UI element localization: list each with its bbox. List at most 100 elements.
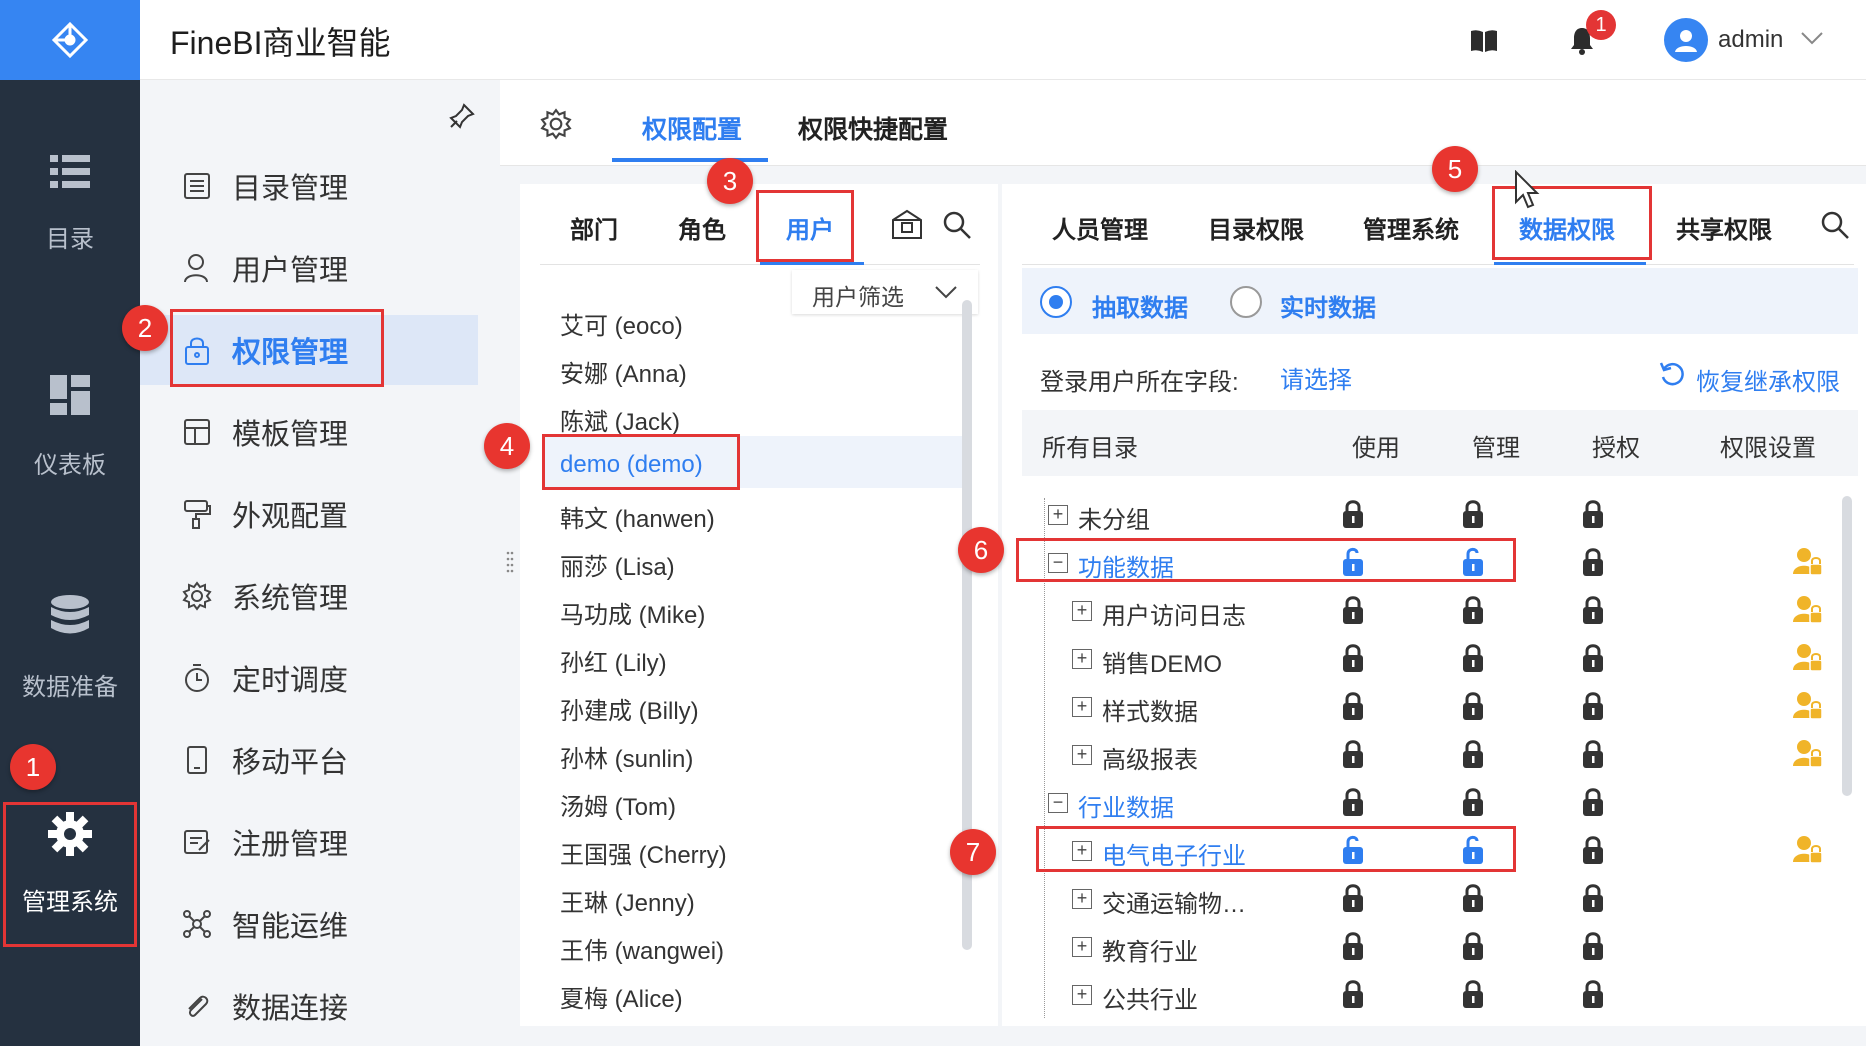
tab-admin-system[interactable]: 管理系统 (1363, 210, 1459, 245)
lock-icon-manage[interactable] (1462, 883, 1484, 918)
expand-icon[interactable]: + (1048, 505, 1068, 525)
expand-icon[interactable]: + (1072, 985, 1092, 1005)
lock-icon-grant[interactable] (1582, 883, 1604, 918)
tab-quick-permission-config[interactable]: 权限快捷配置 (798, 110, 948, 146)
chevron-down-icon[interactable] (1800, 30, 1824, 51)
search-icon[interactable] (942, 210, 972, 245)
user-item[interactable]: 丽莎 (Lisa) (560, 547, 675, 582)
pin-icon[interactable] (448, 102, 476, 135)
tab-personnel[interactable]: 人员管理 (1052, 210, 1148, 245)
tab-share-permission[interactable]: 共享权限 (1676, 210, 1772, 245)
user-item[interactable]: 汤姆 (Tom) (560, 787, 676, 822)
lock-icon-manage[interactable] (1462, 691, 1484, 726)
settings-gear-icon[interactable] (540, 108, 572, 145)
lock-icon-use[interactable] (1342, 883, 1364, 918)
user-item[interactable]: 孙红 (Lily) (560, 643, 667, 678)
subnav-item-connections[interactable]: 数据连接 (140, 971, 478, 1041)
tree-row[interactable]: + 未分组 (1020, 492, 1860, 540)
lock-icon-use[interactable] (1342, 787, 1364, 822)
expand-icon[interactable]: + (1072, 697, 1092, 717)
subnav-item-catalog[interactable]: 目录管理 (140, 151, 478, 221)
subnav-item-users[interactable]: 用户管理 (140, 233, 478, 303)
expand-icon[interactable]: + (1072, 601, 1092, 621)
user-permission-setting-icon[interactable] (1792, 642, 1824, 679)
lock-icon-manage[interactable] (1462, 739, 1484, 774)
tab-catalog-permission[interactable]: 目录权限 (1208, 210, 1304, 245)
tree-row[interactable]: − 行业数据 (1020, 780, 1860, 828)
tree-row-label[interactable]: 未分组 (1078, 500, 1150, 535)
lock-icon-grant[interactable] (1582, 979, 1604, 1014)
nav-item-catalog[interactable]: 目录 (0, 155, 140, 254)
collapse-icon[interactable]: − (1048, 793, 1068, 813)
user-permission-setting-icon[interactable] (1792, 546, 1824, 583)
tree-row-label[interactable]: 教育行业 (1102, 932, 1198, 967)
tree-row[interactable]: + 销售DEMO (1020, 636, 1860, 684)
lock-icon-use[interactable] (1342, 979, 1364, 1014)
radio-realtime[interactable] (1230, 286, 1262, 318)
tree-scrollbar[interactable] (1842, 496, 1852, 796)
user-permission-setting-icon[interactable] (1792, 690, 1824, 727)
resize-handle-icon[interactable] (506, 550, 514, 576)
user-permission-setting-icon[interactable] (1792, 594, 1824, 631)
lock-icon-grant[interactable] (1582, 643, 1604, 678)
radio-realtime-label[interactable]: 实时数据 (1280, 288, 1376, 323)
lock-icon-grant[interactable] (1582, 835, 1604, 870)
user-item[interactable]: 孙建成 (Billy) (560, 691, 699, 726)
tree-row[interactable]: + 交通运输物… (1020, 876, 1860, 924)
lock-icon-grant[interactable] (1582, 499, 1604, 534)
org-building-icon[interactable] (890, 208, 924, 245)
lock-icon-use[interactable] (1342, 499, 1364, 534)
avatar[interactable] (1664, 18, 1708, 62)
subnav-item-register[interactable]: 注册管理 (140, 807, 478, 877)
nav-item-dashboard[interactable]: 仪表板 (0, 375, 140, 480)
lock-icon-manage[interactable] (1462, 499, 1484, 534)
subnav-item-ops[interactable]: 智能运维 (140, 889, 478, 959)
subnav-item-templates[interactable]: 模板管理 (140, 397, 478, 467)
lock-icon-manage[interactable] (1462, 787, 1484, 822)
lock-icon-grant[interactable] (1582, 691, 1604, 726)
lock-icon-use[interactable] (1342, 691, 1364, 726)
lock-icon-grant[interactable] (1582, 787, 1604, 822)
user-item[interactable]: 王伟 (wangwei) (560, 931, 724, 966)
tree-row-label[interactable]: 交通运输物… (1102, 884, 1246, 919)
lock-icon-grant[interactable] (1582, 739, 1604, 774)
tree-row-label[interactable]: 高级报表 (1102, 740, 1198, 775)
lock-icon-manage[interactable] (1462, 595, 1484, 630)
lock-icon-manage[interactable] (1462, 931, 1484, 966)
lock-icon-use[interactable] (1342, 739, 1364, 774)
tree-row[interactable]: + 高级报表 (1020, 732, 1860, 780)
user-item[interactable]: 安娜 (Anna) (560, 354, 687, 389)
lock-icon-grant[interactable] (1582, 931, 1604, 966)
subnav-item-system[interactable]: 系统管理 (140, 561, 478, 631)
radio-extract-label[interactable]: 抽取数据 (1092, 288, 1188, 323)
login-field-select[interactable]: 请选择 (1280, 360, 1352, 395)
lock-icon-use[interactable] (1342, 931, 1364, 966)
tree-row-label[interactable]: 公共行业 (1102, 980, 1198, 1015)
tree-row[interactable]: + 样式数据 (1020, 684, 1860, 732)
subnav-item-mobile[interactable]: 移动平台 (140, 725, 478, 795)
expand-icon[interactable]: + (1072, 745, 1092, 765)
nav-item-data-prep[interactable]: 数据准备 (0, 595, 140, 702)
subnav-item-schedule[interactable]: 定时调度 (140, 643, 478, 713)
user-item[interactable]: 王琳 (Jenny) (560, 883, 695, 918)
app-logo[interactable] (0, 0, 140, 80)
expand-icon[interactable]: + (1072, 889, 1092, 909)
lock-icon-manage[interactable] (1462, 643, 1484, 678)
tab-permission-config[interactable]: 权限配置 (642, 110, 742, 146)
expand-icon[interactable]: + (1072, 937, 1092, 957)
tab-roles[interactable]: 角色 (678, 210, 726, 245)
user-item[interactable]: 孙林 (sunlin) (560, 739, 693, 774)
lock-icon-use[interactable] (1342, 595, 1364, 630)
user-filter-dropdown[interactable]: 用户筛选 (792, 270, 978, 314)
user-item[interactable]: 夏梅 (Alice) (560, 979, 683, 1014)
lock-icon-grant[interactable] (1582, 547, 1604, 582)
user-permission-setting-icon[interactable] (1792, 834, 1824, 871)
tree-row-label[interactable]: 行业数据 (1078, 788, 1174, 823)
restore-inherit-button[interactable]: 恢复继承权限 (1696, 362, 1840, 397)
user-item[interactable]: 韩文 (hanwen) (560, 499, 715, 534)
search-icon[interactable] (1820, 210, 1850, 245)
user-item[interactable]: 陈斌 (Jack) (560, 402, 680, 437)
lock-icon-grant[interactable] (1582, 595, 1604, 630)
tree-row[interactable]: + 教育行业 (1020, 924, 1860, 972)
restore-icon[interactable] (1658, 360, 1690, 390)
